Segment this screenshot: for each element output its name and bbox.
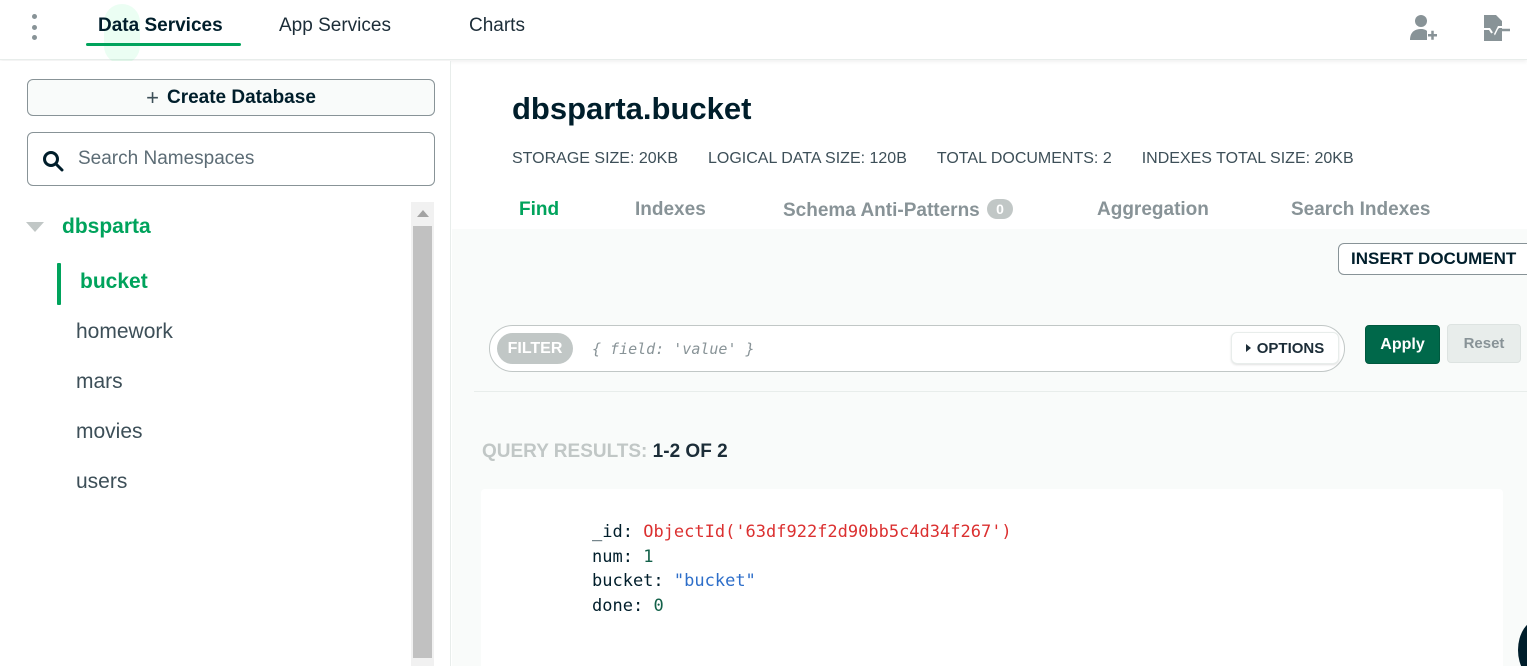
search-namespaces-field[interactable] [27, 132, 435, 186]
field-key: bucket: [592, 571, 664, 591]
document-field: bucket: "bucket" [592, 569, 1012, 594]
create-database-button[interactable]: + Create Database [27, 79, 435, 116]
scrollbar-thumb[interactable] [413, 226, 432, 658]
filter-bar: FILTER OPTIONS [489, 325, 1345, 372]
divider [474, 391, 1527, 392]
insert-document-button[interactable]: INSERT DOCUMENT [1338, 243, 1527, 275]
caret-right-icon [1245, 344, 1251, 352]
field-value: 0 [653, 595, 664, 616]
create-database-label: Create Database [166, 86, 316, 108]
count-badge: 0 [987, 199, 1014, 219]
filter-input[interactable] [592, 334, 1212, 364]
database-label: dbsparta [62, 215, 151, 238]
search-namespaces-input[interactable] [78, 143, 418, 175]
document-field: num: 1 [592, 545, 1012, 570]
collection-item-mars[interactable]: mars [76, 370, 123, 394]
find-content: INSERT DOCUMENT FILTER OPTIONS Apply Res… [452, 229, 1527, 666]
namespace-title: dbsparta.bucket [512, 91, 752, 126]
document-field: _id: ObjectId('63df922f2d90bb5c4d34f267'… [592, 520, 1012, 545]
database-item-dbsparta[interactable]: dbsparta [26, 215, 151, 239]
sidebar-scrollbar[interactable] [411, 202, 434, 666]
filter-tag: FILTER [497, 333, 573, 364]
query-results-label: QUERY RESULTS: [482, 441, 648, 462]
tab-schema-anti-patterns-label: Schema Anti-Patterns [783, 200, 980, 221]
tab-schema-anti-patterns[interactable]: Schema Anti-Patterns 0 [783, 199, 1014, 222]
field-key: _id: [592, 522, 633, 542]
indexes-size-stat: INDEXES TOTAL SIZE: 20KB [1141, 150, 1354, 167]
reset-button[interactable]: Reset [1447, 324, 1521, 363]
search-icon [43, 151, 64, 172]
collection-tabs: Find Indexes Schema Anti-Patterns 0 Aggr… [452, 193, 1527, 229]
document-fields: _id: ObjectId('63df922f2d90bb5c4d34f267'… [592, 520, 1012, 618]
query-results-summary: QUERY RESULTS: 1-2 OF 2 [482, 441, 728, 463]
tab-app-services[interactable]: App Services [279, 14, 391, 46]
tab-charts[interactable]: Charts [469, 14, 525, 46]
field-value: "bucket" [673, 571, 756, 591]
tab-aggregation[interactable]: Aggregation [1097, 199, 1209, 221]
active-collection-indicator [57, 263, 61, 305]
active-tab-indicator [86, 43, 241, 46]
logical-size-stat: LOGICAL DATA SIZE: 120B [707, 150, 907, 167]
options-button[interactable]: OPTIONS [1231, 332, 1339, 364]
field-key: done: [592, 595, 644, 616]
plus-icon: + [146, 84, 159, 110]
collection-item-homework[interactable]: homework [76, 320, 173, 344]
tab-search-indexes[interactable]: Search Indexes [1291, 199, 1430, 221]
main-panel: dbsparta.bucket STORAGE SIZE: 20KB LOGIC… [452, 61, 1527, 666]
storage-size-stat: STORAGE SIZE: 20KB [512, 150, 678, 167]
caret-down-icon[interactable] [26, 222, 44, 232]
tab-indexes[interactable]: Indexes [635, 199, 706, 221]
field-key: num: [592, 546, 633, 567]
options-label: OPTIONS [1256, 339, 1325, 357]
top-nav: Data Services App Services Charts [0, 0, 1527, 64]
document-card[interactable]: _id: ObjectId('63df922f2d90bb5c4d34f267'… [481, 489, 1503, 666]
kebab-menu-icon[interactable] [28, 14, 40, 40]
scroll-up-arrow-icon[interactable] [417, 210, 429, 217]
activity-feed-icon[interactable] [1480, 12, 1512, 44]
total-documents-stat: TOTAL DOCUMENTS: 2 [936, 150, 1112, 167]
collection-item-users[interactable]: users [76, 470, 127, 494]
collection-stats: STORAGE SIZE: 20KB LOGICAL DATA SIZE: 12… [512, 150, 1354, 168]
apply-button[interactable]: Apply [1365, 325, 1440, 364]
query-results-count: 1-2 OF 2 [652, 441, 728, 462]
collection-item-bucket[interactable]: bucket [80, 270, 148, 294]
invite-user-icon[interactable] [1407, 12, 1439, 44]
sidebar: + Create Database dbsparta bucket homewo… [0, 61, 451, 666]
tab-find[interactable]: Find [519, 199, 559, 221]
field-value: 1 [643, 546, 654, 567]
document-field: done: 0 [592, 594, 1012, 619]
field-value: ObjectId('63df922f2d90bb5c4d34f267') [643, 522, 1012, 542]
tab-data-services[interactable]: Data Services [98, 14, 223, 46]
collection-item-movies[interactable]: movies [76, 420, 143, 444]
